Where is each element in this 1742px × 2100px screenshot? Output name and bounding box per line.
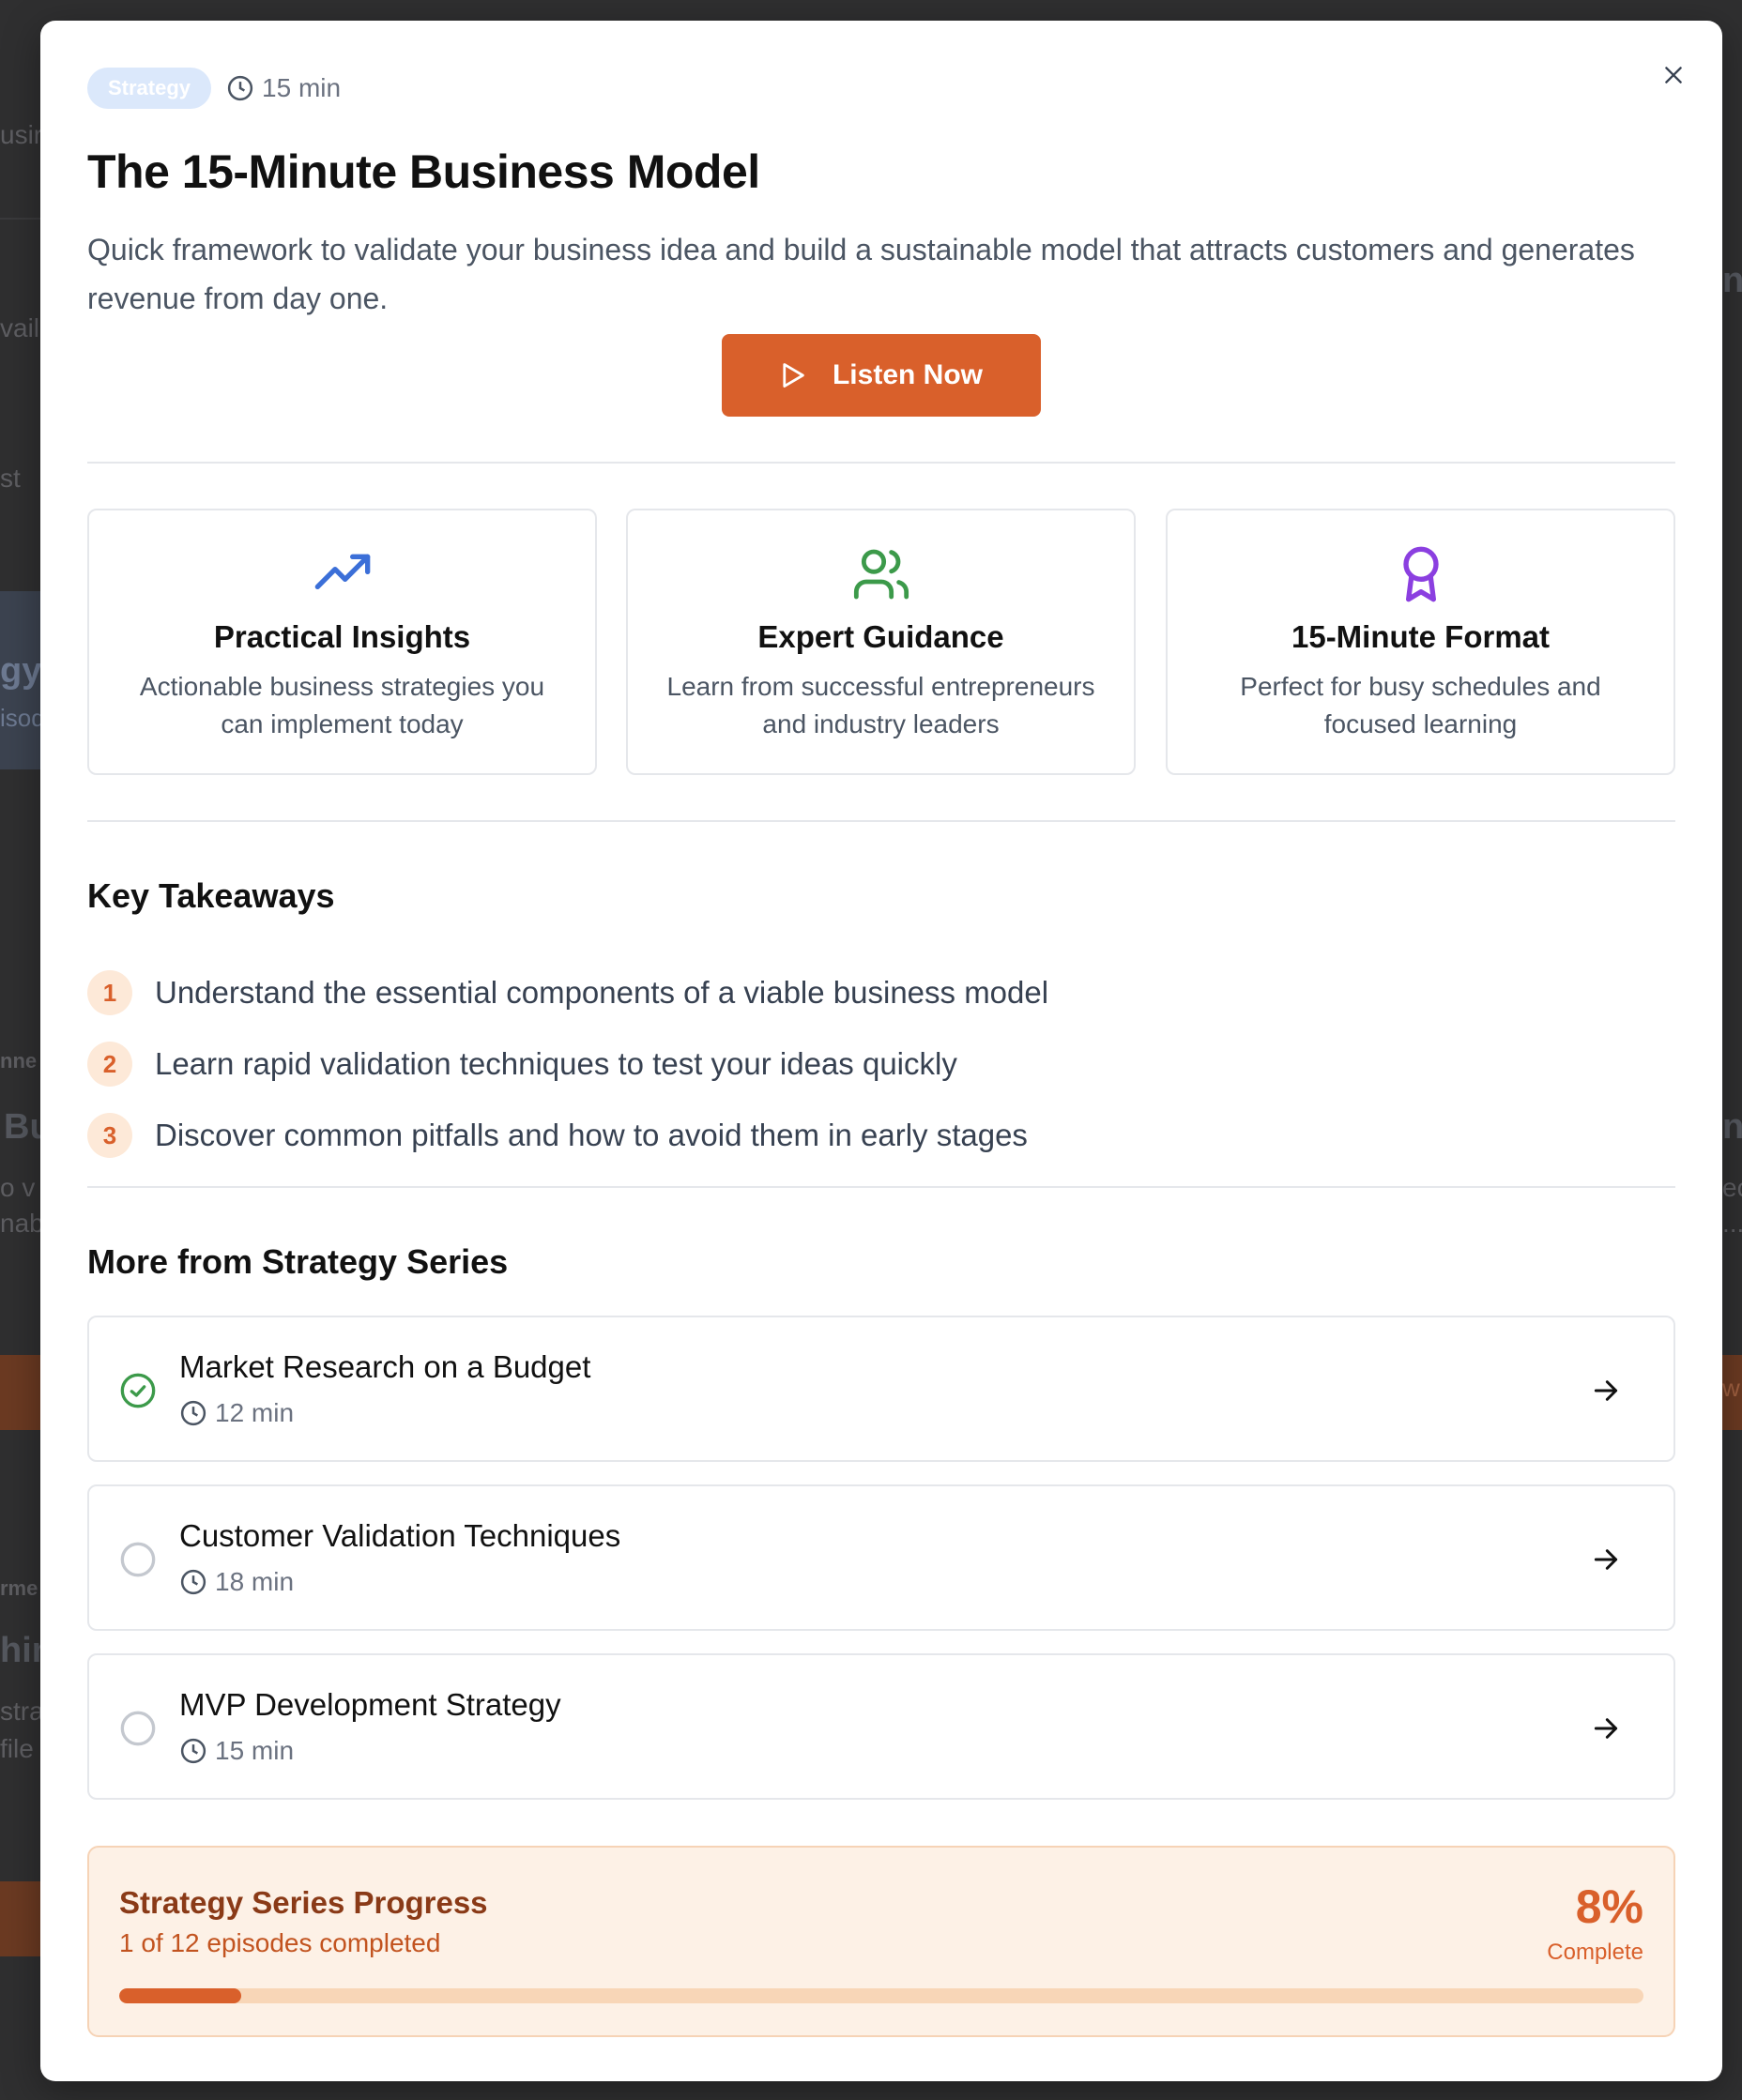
background-text: o v (0, 1173, 36, 1202)
arrow-right-icon (1594, 1549, 1618, 1570)
background-text: usir (0, 120, 43, 149)
clock-icon (180, 1400, 206, 1426)
takeaway-number: 2 (87, 1042, 132, 1087)
episode-title: MVP Development Strategy (179, 1687, 561, 1722)
background-button (0, 1355, 40, 1430)
feature-card-expert-guidance: Expert Guidance Learn from successful en… (626, 509, 1136, 775)
divider (87, 462, 1675, 464)
episode-duration: 12 min (179, 1398, 294, 1428)
episode-title: The 15-Minute Business Model (87, 145, 760, 198)
takeaway-text: Discover common pitfalls and how to avoi… (155, 1118, 1028, 1152)
episode-duration: 15 min (226, 73, 341, 103)
takeaway-item: 1 Understand the essential components of… (87, 970, 1048, 1015)
feature-description: Learn from successful entrepreneurs and … (666, 672, 1095, 738)
arrow-right-icon (1594, 1380, 1618, 1401)
background-text: ec (1722, 1173, 1742, 1202)
background-divider (0, 218, 40, 220)
series-progress-card: Strategy Series Progress 1 of 12 episode… (87, 1846, 1675, 2037)
empty-circle-icon (120, 1711, 156, 1746)
divider (87, 1186, 1675, 1188)
background-text: isod (0, 704, 45, 732)
episode-row-mvp-development[interactable]: MVP Development Strategy 15 min (87, 1653, 1675, 1800)
feature-title: 15-Minute Format (1291, 619, 1551, 654)
clock-icon (180, 1569, 206, 1595)
feature-description: Perfect for busy schedules and focused l… (1240, 672, 1601, 738)
background-text: stra (0, 1697, 44, 1726)
takeaway-number: 1 (87, 970, 132, 1015)
feature-title: Practical Insights (213, 619, 471, 654)
duration-text: 12 min (215, 1398, 295, 1427)
progress-bar-fill (119, 1988, 241, 2003)
series-heading: More from Strategy Series (87, 1242, 509, 1281)
empty-circle-icon (120, 1542, 156, 1577)
background-text: n (1722, 1107, 1742, 1147)
listen-now-button[interactable]: Listen Now (722, 334, 1041, 417)
progress-title: Strategy Series Progress (119, 1885, 488, 1920)
background-text: ... (1722, 1209, 1742, 1238)
award-icon (1402, 546, 1439, 602)
divider (87, 820, 1675, 822)
play-icon (783, 363, 804, 388)
background-text: nne (0, 1049, 38, 1073)
feature-card-15-minute-format: 15-Minute Format Perfect for busy schedu… (1166, 509, 1675, 775)
takeaway-item: 3 Discover common pitfalls and how to av… (87, 1113, 1028, 1158)
users-icon (853, 549, 909, 600)
background-text: ne (1722, 261, 1742, 300)
feature-description: Actionable business strategies you can i… (139, 672, 545, 738)
clock-icon (180, 1738, 206, 1764)
takeaway-text: Learn rapid validation techniques to tes… (155, 1046, 957, 1081)
close-button[interactable] (1657, 58, 1690, 92)
episode-duration: 18 min (179, 1567, 294, 1597)
background-text: st (0, 464, 21, 493)
listen-now-label: Listen Now (832, 359, 983, 390)
episode-description: Quick framework to validate your busines… (87, 233, 1635, 315)
progress-bar (119, 1988, 1643, 2003)
takeaway-item: 2 Learn rapid validation techniques to t… (87, 1042, 957, 1087)
episode-detail-modal: Strategy 15 min The 15-Minute Business M… (40, 21, 1722, 2081)
arrow-right-icon (1594, 1718, 1618, 1739)
background-text: gy (0, 651, 42, 691)
takeaway-number: 3 (87, 1113, 132, 1158)
duration-text: 15 min (262, 73, 342, 102)
duration-text: 15 min (215, 1736, 295, 1765)
episode-duration: 15 min (179, 1736, 294, 1766)
background-text: file (0, 1734, 34, 1763)
episode-title: Market Research on a Budget (179, 1349, 591, 1384)
check-circle-icon (120, 1373, 156, 1408)
category-badge: Strategy (87, 68, 212, 109)
clock-icon (227, 75, 253, 101)
duration-text: 18 min (215, 1567, 295, 1596)
episode-title: Customer Validation Techniques (179, 1518, 621, 1553)
episode-meta: Strategy 15 min (87, 68, 341, 109)
progress-complete-label: Complete (1547, 1940, 1643, 1965)
background-button (0, 1881, 40, 1956)
progress-subtitle: 1 of 12 episodes completed (119, 1928, 441, 1957)
takeaway-text: Understand the essential components of a… (155, 975, 1049, 1010)
close-icon (1665, 67, 1682, 84)
feature-card-practical-insights: Practical Insights Actionable business s… (87, 509, 597, 775)
episode-row-customer-validation[interactable]: Customer Validation Techniques 18 min (87, 1484, 1675, 1631)
background-text: w (1722, 1374, 1740, 1402)
trending-up-icon (314, 554, 370, 589)
progress-percent: 8% (1575, 1880, 1643, 1933)
feature-title: Expert Guidance (757, 619, 1004, 654)
background-text: rme (0, 1576, 38, 1600)
key-takeaways-heading: Key Takeaways (87, 876, 335, 915)
episode-row-market-research[interactable]: Market Research on a Budget 12 min (87, 1316, 1675, 1462)
